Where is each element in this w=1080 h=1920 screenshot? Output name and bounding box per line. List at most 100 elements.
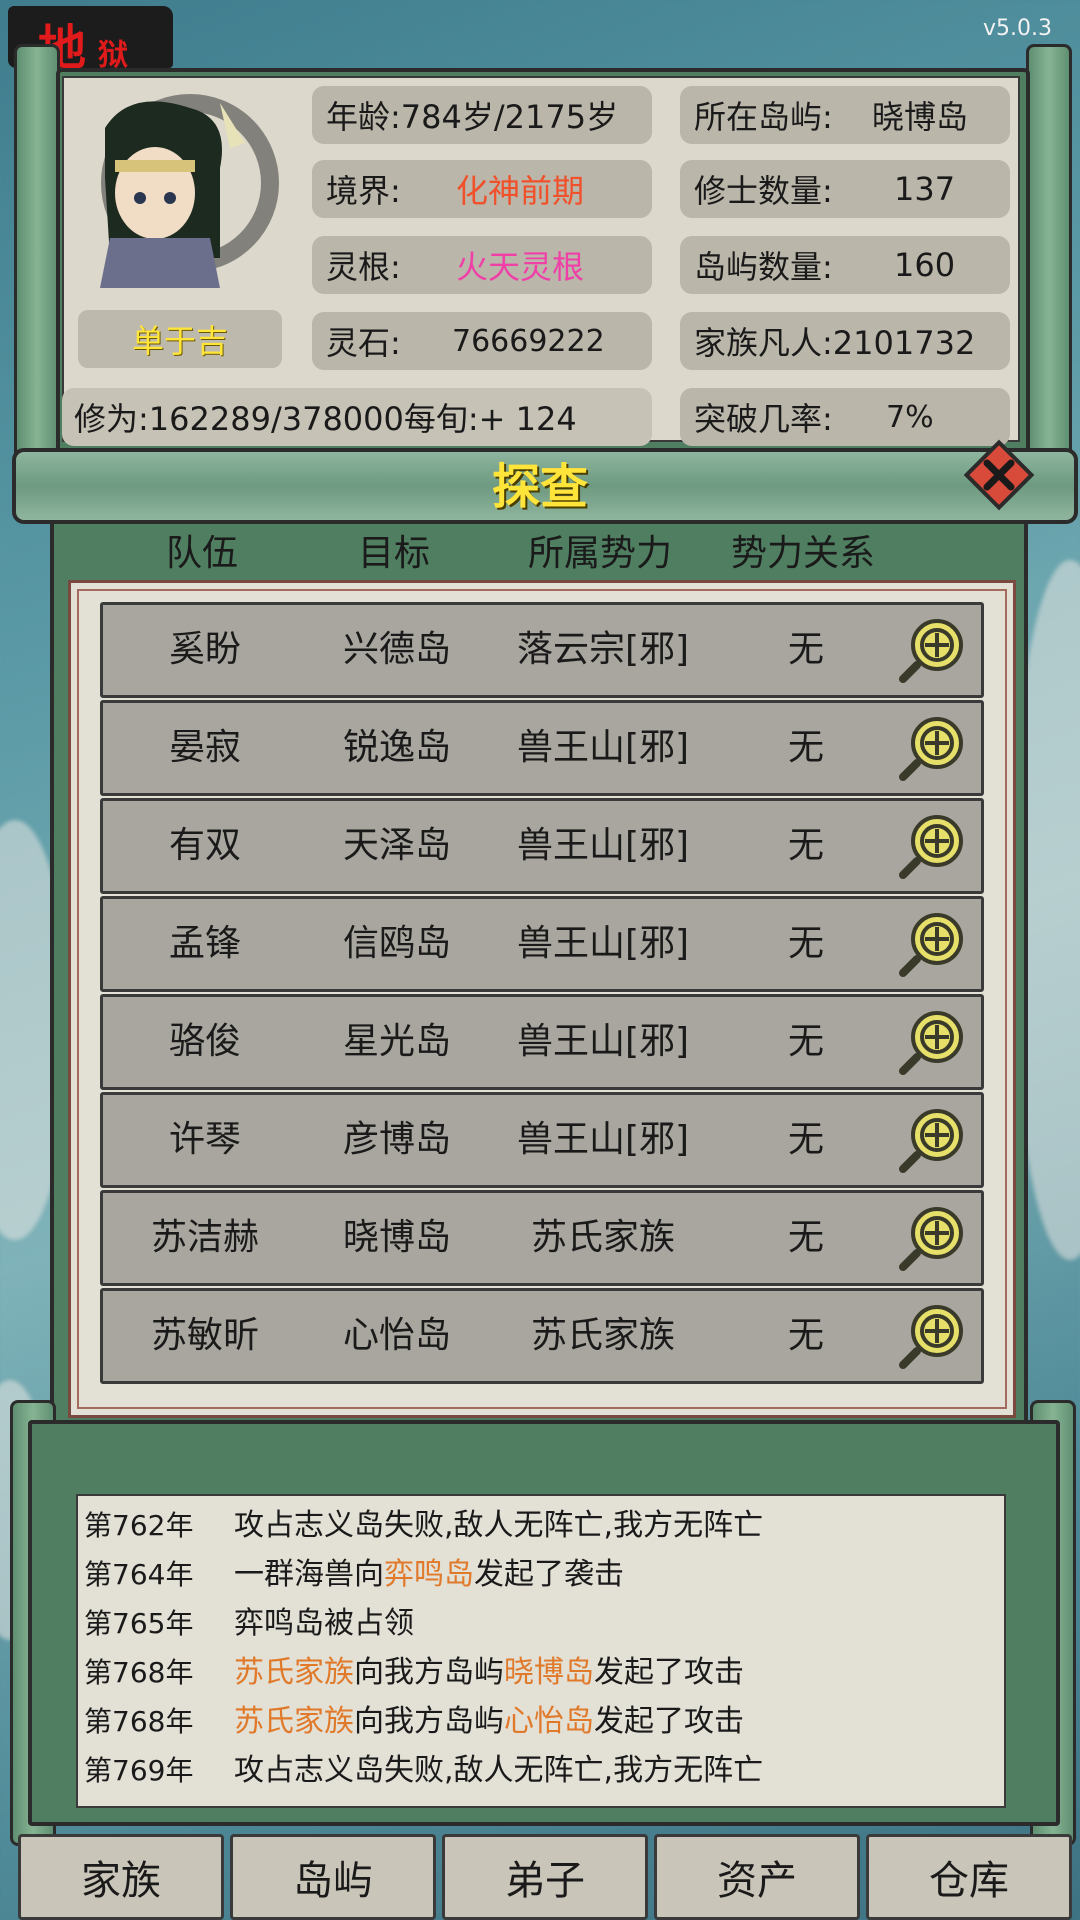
log-entry: 第764年 一群海兽向弈鸣岛发起了袭击: [84, 1551, 624, 1599]
row-relation: 无: [787, 1217, 825, 1258]
log-entry: 第768年 苏氏家族向我方岛屿晓博岛发起了攻击: [84, 1649, 744, 1697]
log-text: 发起了袭击: [474, 1557, 624, 1592]
magnify-icon[interactable]: [895, 1005, 969, 1079]
row-relation: 无: [787, 629, 825, 670]
explore-row: 骆俊 星光岛 兽王山[邪] 无: [100, 994, 984, 1090]
row-relation: 无: [787, 923, 825, 964]
row-faction: 兽王山[邪]: [516, 1119, 690, 1160]
player-avatar[interactable]: [70, 88, 280, 288]
islands-pill: 岛屿数量: 160: [680, 236, 1010, 294]
row-target: 兴德岛: [342, 629, 452, 670]
explore-row: 晏寂 锐逸岛 兽王山[邪] 无: [100, 700, 984, 796]
log-text: 发起了攻击: [594, 1655, 744, 1690]
player-name: 单于吉: [78, 310, 282, 368]
row-relation: 无: [787, 727, 825, 768]
row-faction: 兽王山[邪]: [516, 1021, 690, 1062]
row-team: 有双: [168, 825, 242, 866]
log-year: 第764年: [84, 1558, 194, 1591]
root-value: 火天灵根: [456, 248, 585, 286]
log-entry: 第762年 攻占志义岛失败,敌人无阵亡,我方无阵亡: [84, 1502, 763, 1550]
row-faction: 苏氏家族: [530, 1315, 676, 1356]
log-text: 攻占志义岛失败,敌人无阵亡,我方无阵亡: [234, 1753, 764, 1788]
island-pill: 所在岛屿: 晓博岛: [680, 86, 1010, 144]
breakthrough-value: 7%: [886, 399, 934, 435]
magnify-icon[interactable]: [895, 907, 969, 981]
row-relation: 无: [787, 1315, 825, 1356]
nav-warehouse[interactable]: 仓库: [866, 1834, 1072, 1920]
age-pill: 年龄:784岁/2175岁: [312, 86, 652, 144]
nav-disciples[interactable]: 弟子: [442, 1834, 648, 1920]
log-text: 攻占志义岛失败,敌人无阵亡,我方无阵亡: [234, 1508, 764, 1543]
realm-value: 化神前期: [456, 172, 585, 210]
mortals-pill: 家族凡人:2101732: [680, 312, 1010, 370]
root-label: 灵根:: [326, 248, 401, 286]
islands-value: 160: [894, 246, 956, 284]
magnify-icon[interactable]: [895, 711, 969, 785]
log-year: 第769年: [84, 1754, 194, 1787]
log-entry: 第765年 弈鸣岛被占领: [84, 1600, 414, 1648]
island-value: 晓博岛: [872, 98, 969, 136]
magnify-icon[interactable]: [895, 1299, 969, 1373]
nav-islands[interactable]: 岛屿: [230, 1834, 436, 1920]
explore-row: 苏敏昕 心怡岛 苏氏家族 无: [100, 1288, 984, 1384]
row-relation: 无: [787, 1021, 825, 1062]
age-text: 年龄:784岁/2175岁: [326, 98, 619, 136]
cultivators-label: 修士数量:: [694, 172, 833, 210]
row-relation: 无: [787, 825, 825, 866]
close-icon[interactable]: [962, 438, 1036, 512]
log-text: 一群海兽向: [234, 1557, 384, 1592]
row-team: 晏寂: [168, 727, 242, 768]
log-highlight: 苏氏家族: [234, 1655, 354, 1690]
row-target: 星光岛: [342, 1021, 452, 1062]
islands-label: 岛屿数量:: [694, 248, 833, 286]
row-team: 骆俊: [168, 1021, 242, 1062]
row-faction: 兽王山[邪]: [516, 727, 690, 768]
magnify-icon[interactable]: [895, 809, 969, 883]
magnify-icon[interactable]: [895, 1103, 969, 1177]
stones-label: 灵石:: [326, 324, 401, 362]
stones-value: 76669222: [452, 323, 605, 359]
explore-title: 探查: [491, 459, 588, 515]
cultivation-text: 修为:162289/378000每旬:+ 124: [74, 400, 577, 438]
stones-pill: 灵石: 76669222: [312, 312, 652, 370]
header-target: 目标: [357, 533, 431, 574]
scroll-rod-left: [14, 44, 60, 490]
row-faction: 兽王山[邪]: [516, 825, 690, 866]
log-year: 第768年: [84, 1656, 194, 1689]
bottom-nav: 家族 岛屿 弟子 资产 仓库: [10, 1834, 1072, 1920]
log-entry: 第768年 苏氏家族向我方岛屿心怡岛发起了攻击: [84, 1698, 744, 1746]
mortals-text: 家族凡人:2101732: [694, 324, 976, 362]
explore-headers: 队伍 目标 所属势力 势力关系: [0, 524, 1080, 580]
row-team: 许琴: [168, 1119, 242, 1160]
realm-label: 境界:: [326, 172, 401, 210]
row-relation: 无: [787, 1119, 825, 1160]
root-pill: 灵根: 火天灵根: [312, 236, 652, 294]
row-target: 信鸥岛: [342, 923, 452, 964]
row-target: 心怡岛: [342, 1315, 452, 1356]
log-year: 第762年: [84, 1509, 194, 1542]
row-team: 孟锋: [168, 923, 242, 964]
explore-row: 孟锋 信鸥岛 兽王山[邪] 无: [100, 896, 984, 992]
version-label: v5.0.3: [983, 16, 1052, 41]
log-highlight: 晓博岛: [504, 1655, 594, 1690]
log-highlight: 苏氏家族: [234, 1704, 354, 1739]
row-team: 苏敏昕: [150, 1315, 260, 1356]
header-faction: 所属势力: [527, 533, 673, 574]
explore-row: 奚盼 兴德岛 落云宗[邪] 无: [100, 602, 984, 698]
realm-pill: 境界: 化神前期: [312, 160, 652, 218]
log-entry: 第769年 攻占志义岛失败,敌人无阵亡,我方无阵亡: [84, 1747, 763, 1795]
row-team: 奚盼: [168, 629, 242, 670]
log-text: 向我方岛屿: [354, 1704, 504, 1739]
row-target: 天泽岛: [342, 825, 452, 866]
header-team: 队伍: [165, 533, 239, 574]
magnify-icon[interactable]: [895, 1201, 969, 1275]
breakthrough-label: 突破几率:: [694, 400, 833, 438]
cultivators-pill: 修士数量: 137: [680, 160, 1010, 218]
nav-family[interactable]: 家族: [18, 1834, 224, 1920]
island-label: 所在岛屿:: [694, 98, 833, 136]
log-highlight: 心怡岛: [504, 1704, 594, 1739]
magnify-icon[interactable]: [895, 613, 969, 687]
explore-row: 许琴 彦博岛 兽王山[邪] 无: [100, 1092, 984, 1188]
nav-assets[interactable]: 资产: [654, 1834, 860, 1920]
explore-row: 有双 天泽岛 兽王山[邪] 无: [100, 798, 984, 894]
